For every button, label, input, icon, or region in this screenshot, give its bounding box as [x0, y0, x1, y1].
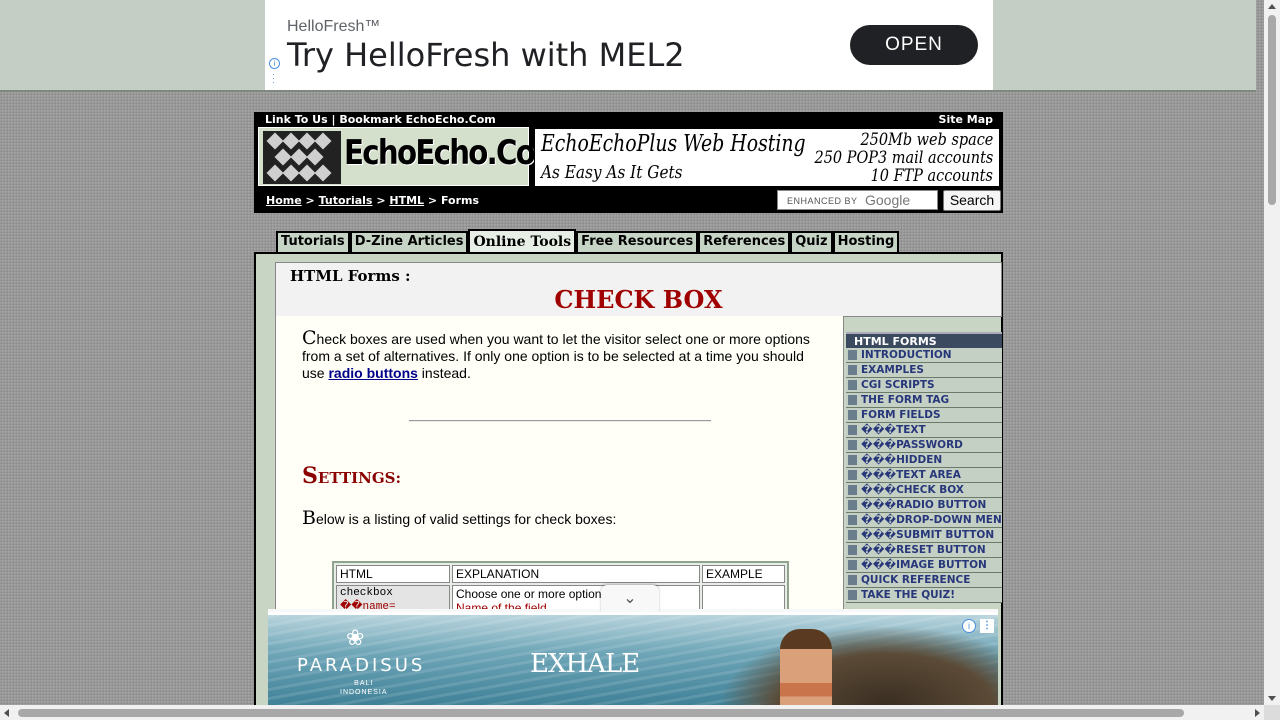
table-header-row: HTML EXPLANATION EXAMPLE — [336, 565, 785, 583]
sidebar-item-form-tag[interactable]: THE FORM TAG — [846, 393, 1002, 408]
horizontal-scroll-thumb[interactable] — [18, 709, 1184, 717]
sidebar-item-radio-button[interactable]: ���RADIO BUTTON — [846, 498, 1002, 513]
intro-paragraph: Check boxes are used when you want to le… — [302, 327, 822, 382]
top-links[interactable]: Link To Us | Bookmark EchoEcho.Com — [265, 113, 496, 126]
sidebar-item-text-area[interactable]: ���TEXT AREA — [846, 468, 1002, 483]
tab-quiz[interactable]: Quiz — [790, 231, 833, 253]
sidebar-heading: HTML FORMS — [846, 332, 1002, 348]
intro-dropcap: C — [302, 327, 317, 349]
listing-text: Below is a listing of valid settings for… — [302, 507, 616, 529]
sidebar-item-password[interactable]: ���PASSWORD — [846, 438, 1002, 453]
breadcrumb-sep: > — [376, 194, 386, 207]
collapse-ad-button[interactable]: ⌄ — [601, 585, 659, 612]
sidebar-item-hidden[interactable]: ���HIDDEN — [846, 453, 1002, 468]
horizontal-scrollbar[interactable] — [0, 705, 1264, 720]
code-checkbox: checkbox — [340, 587, 393, 599]
chevron-down-icon: ⌄ — [623, 590, 637, 607]
hosting-title: EchoEchoPlus Web Hosting — [541, 131, 806, 157]
logo-mark-icon — [263, 131, 341, 184]
tab-online-tools[interactable]: Online Tools — [468, 229, 577, 253]
settings-heading: SETTINGS: — [302, 463, 401, 489]
sidebar-menu: HTML FORMS INTRODUCTION EXAMPLES CGI SCR… — [846, 332, 1002, 603]
sidebar-item-submit-button[interactable]: ���SUBMIT BUTTON — [846, 528, 1002, 543]
site-logo[interactable]: EchoEcho.Com — [258, 127, 565, 186]
scroll-up-icon[interactable] — [1268, 4, 1276, 9]
sidebar-item-image-button[interactable]: ���IMAGE BUTTON — [846, 558, 1002, 573]
ad-brand-country: INDONESIA — [340, 689, 388, 696]
listing-dropcap: B — [302, 507, 316, 529]
sidebar-item-take-the-quiz[interactable]: TAKE THE QUIZ! — [846, 588, 1002, 603]
google-logo: Google — [865, 192, 911, 208]
search-button[interactable]: Search — [943, 190, 1001, 211]
ad-headline: EXHALE — [530, 649, 640, 679]
ad-headline[interactable]: Try HelloFresh with MEL2 — [287, 36, 685, 74]
scrollbar-corner — [1264, 705, 1280, 720]
breadcrumb-html[interactable]: HTML — [389, 194, 424, 207]
scroll-right-icon[interactable] — [1255, 709, 1260, 717]
ad-info-icon[interactable]: i — [269, 58, 280, 69]
breadcrumb: Home > Tutorials > HTML > Forms — [266, 194, 479, 207]
radio-buttons-link[interactable]: radio buttons — [328, 365, 417, 381]
sidebar-item-drop-down-menu[interactable]: ���DROP-DOWN MENU — [846, 513, 1002, 528]
nav-tabs: Tutorials D-Zine Articles Online Tools F… — [276, 229, 900, 253]
ad-person-image — [780, 629, 832, 708]
vertical-scrollbar[interactable] — [1264, 0, 1280, 705]
settings-rest: ETTINGS: — [317, 469, 402, 487]
sidebar-item-quick-reference[interactable]: QUICK REFERENCE — [846, 573, 1002, 588]
ad-menu-icon[interactable]: · · · — [272, 70, 275, 87]
breadcrumb-sep: > — [427, 194, 438, 207]
tab-tutorials[interactable]: Tutorials — [276, 231, 350, 253]
breadcrumb-current: Forms — [440, 194, 480, 207]
flower-logo-icon: ❀ — [346, 625, 365, 650]
settings-initial: S — [302, 463, 318, 489]
ad-rock-image — [718, 625, 998, 708]
tab-d-zine-articles[interactable]: D-Zine Articles — [349, 231, 469, 253]
ad-brand: PARADISUS — [297, 655, 426, 676]
table-header-html: HTML — [336, 565, 450, 583]
ad-menu-icon[interactable]: ⋮ — [980, 619, 994, 633]
site-map-link[interactable]: Site Map — [939, 113, 993, 126]
logo-text: EchoEcho.Com — [344, 133, 565, 173]
ad-brand-location: BALI INDONESIA — [340, 679, 388, 697]
top-advertisement[interactable]: HelloFresh™ Try HelloFresh with MEL2 OPE… — [265, 0, 993, 90]
search-input[interactable]: ENHANCED BY Google — [777, 190, 938, 210]
breadcrumb-sep: > — [305, 194, 315, 207]
sidebar-item-reset-button[interactable]: ���RESET BUTTON — [846, 543, 1002, 558]
breadcrumb-tutorials[interactable]: Tutorials — [319, 194, 373, 207]
hosting-banner[interactable]: EchoEchoPlus Web Hosting As Easy As It G… — [534, 128, 1000, 187]
title-panel: HTML Forms : CHECK BOX — [275, 262, 1002, 317]
breadcrumb-home[interactable]: Home — [266, 194, 302, 207]
sidebar-item-cgi-scripts[interactable]: CGI SCRIPTS — [846, 378, 1002, 393]
sidebar-item-introduction[interactable]: INTRODUCTION — [846, 348, 1002, 363]
section-title: HTML Forms : — [290, 267, 411, 285]
hosting-feature-2: 250 POP3 mail accounts — [814, 148, 993, 168]
listing-rest: elow is a listing of valid settings for … — [315, 511, 617, 527]
explanation-text: Choose one or more options — [456, 587, 608, 601]
sidebar-item-examples[interactable]: EXAMPLES — [846, 363, 1002, 378]
tab-hosting[interactable]: Hosting — [832, 231, 900, 253]
tab-free-resources[interactable]: Free Resources — [576, 231, 699, 253]
table-header-example: EXAMPLE — [702, 565, 785, 583]
bottom-advertisement[interactable]: ❀ PARADISUS BALI INDONESIA EXHALE i ⋮ — [268, 612, 998, 708]
sidebar-item-form-fields[interactable]: FORM FIELDS — [846, 408, 1002, 423]
search-enhanced-label: ENHANCED BY — [787, 196, 858, 206]
hosting-feature-1: 250Mb web space — [860, 130, 993, 150]
hosting-tagline: As Easy As It Gets — [541, 162, 683, 183]
ad-brand-city: BALI — [354, 680, 374, 687]
scroll-down-icon[interactable] — [1268, 696, 1276, 701]
hosting-feature-3: 10 FTP accounts — [870, 166, 993, 186]
tab-references[interactable]: References — [698, 231, 791, 253]
divider — [409, 420, 711, 422]
ad-info-icon[interactable]: i — [962, 619, 976, 633]
sidebar-item-text[interactable]: ���TEXT — [846, 423, 1002, 438]
sidebar-item-check-box[interactable]: ���CHECK BOX — [846, 483, 1002, 498]
page-title: CHECK BOX — [554, 285, 723, 314]
table-header-explanation: EXPLANATION — [452, 565, 700, 583]
ad-sponsor: HelloFresh™ — [287, 18, 381, 35]
ad-open-button[interactable]: OPEN — [850, 25, 978, 65]
site-header: Link To Us | Bookmark EchoEcho.Com Site … — [254, 112, 1003, 213]
vertical-scroll-thumb[interactable] — [1268, 15, 1276, 205]
intro-text-end: instead. — [417, 365, 471, 381]
scroll-left-icon[interactable] — [4, 709, 9, 717]
